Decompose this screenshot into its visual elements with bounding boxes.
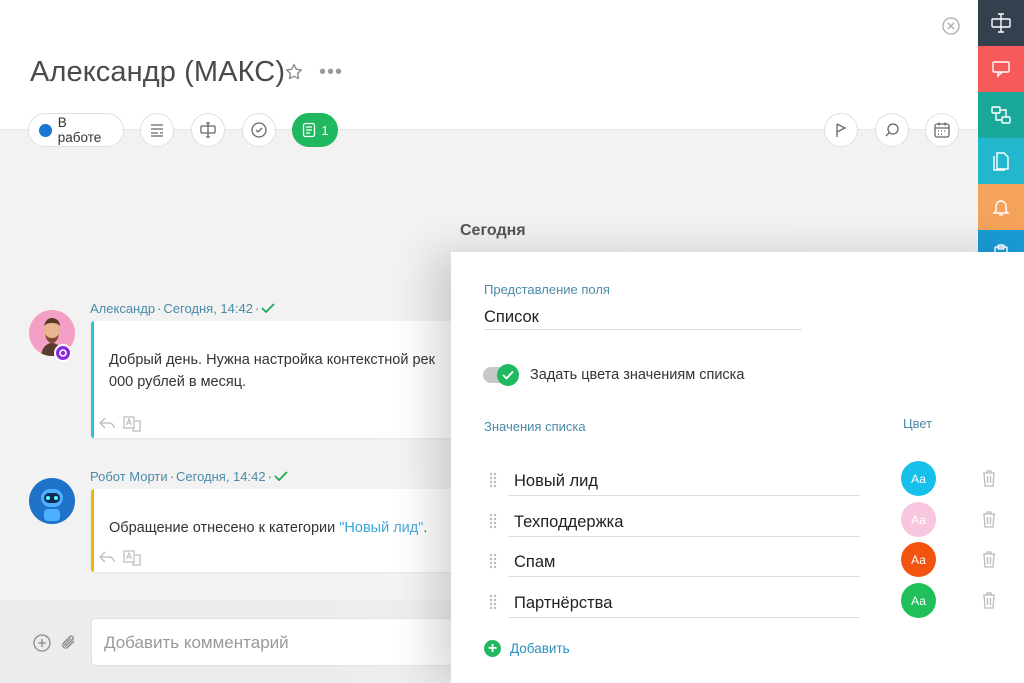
search-icon bbox=[885, 123, 899, 137]
robot-icon bbox=[29, 478, 75, 524]
lines-icon bbox=[151, 124, 163, 137]
status-dot-icon bbox=[39, 123, 52, 137]
avatar-robot[interactable] bbox=[29, 478, 75, 524]
trash-icon[interactable] bbox=[979, 549, 999, 569]
rail-item-notifications[interactable] bbox=[978, 184, 1024, 230]
status-button[interactable]: В работе bbox=[28, 113, 124, 147]
list-item-name[interactable]: Техподдержка bbox=[508, 505, 860, 537]
list-item: Техподдержка Аа bbox=[484, 502, 1004, 545]
page-title: Александр (МАКС) bbox=[30, 56, 286, 88]
rail-item-fields[interactable] bbox=[978, 0, 1024, 46]
comment-input[interactable]: Добавить комментарий bbox=[91, 618, 471, 666]
text-format-button[interactable] bbox=[140, 113, 174, 147]
list-item-name[interactable]: Партнёрства bbox=[508, 586, 860, 618]
note-icon bbox=[303, 122, 316, 138]
star-icon[interactable] bbox=[284, 62, 304, 82]
trash-icon[interactable] bbox=[979, 509, 999, 529]
message-bubble: Обращение отнесено к категории "Новый ли… bbox=[91, 489, 471, 572]
rail-item-comments[interactable] bbox=[978, 46, 1024, 92]
channel-badge-icon bbox=[54, 344, 72, 362]
files-icon bbox=[993, 152, 1009, 171]
rail-item-files[interactable] bbox=[978, 138, 1024, 184]
color-swatch[interactable]: Аа bbox=[901, 461, 936, 496]
message-author[interactable]: Александр bbox=[90, 301, 155, 316]
colors-toggle[interactable] bbox=[483, 364, 521, 386]
search-button[interactable] bbox=[875, 113, 909, 147]
calendar-icon bbox=[934, 122, 950, 138]
drag-handle-icon[interactable] bbox=[488, 553, 498, 569]
color-swatch[interactable]: Аа bbox=[901, 542, 936, 577]
toggle-knob bbox=[497, 364, 519, 386]
add-value-label: Добавить bbox=[510, 641, 570, 656]
close-icon[interactable] bbox=[941, 16, 961, 36]
comment-icon bbox=[992, 61, 1010, 78]
paperclip-icon[interactable] bbox=[59, 632, 79, 654]
message-time: Сегодня, 14:42 bbox=[176, 469, 266, 484]
color-swatch[interactable]: Аа bbox=[901, 583, 936, 618]
flag-button[interactable] bbox=[824, 113, 858, 147]
message-text: Обращение отнесено к категории "Новый ли… bbox=[109, 517, 427, 539]
drag-handle-icon[interactable] bbox=[488, 472, 498, 488]
delivered-check-icon bbox=[261, 303, 275, 314]
add-circle-icon[interactable] bbox=[32, 633, 52, 653]
message-header: Робот Морти · Сегодня, 14:42 · bbox=[90, 469, 288, 484]
comments-button[interactable]: 1 bbox=[292, 113, 338, 147]
add-value-button[interactable]: + Добавить bbox=[484, 640, 570, 657]
list-values-label: Значения списка bbox=[484, 419, 586, 434]
field-settings-panel: Представление поля Список Задать цвета з… bbox=[451, 252, 1024, 683]
relations-icon bbox=[991, 106, 1011, 124]
rail-item-relations[interactable] bbox=[978, 92, 1024, 138]
task-button[interactable] bbox=[242, 113, 276, 147]
list-item: Партнёрства Аа bbox=[484, 583, 1004, 626]
message-header: Александр · Сегодня, 14:42 · bbox=[90, 301, 275, 316]
delivered-check-icon bbox=[274, 471, 288, 482]
colors-toggle-label: Задать цвета значениям списка bbox=[530, 367, 745, 383]
message-text-line: 000 рублей в месяц. bbox=[109, 374, 247, 390]
flag-icon bbox=[836, 123, 847, 137]
color-swatch[interactable]: Аа bbox=[901, 502, 936, 537]
plus-icon: + bbox=[484, 640, 501, 657]
list-item-name[interactable]: Новый лид bbox=[508, 464, 860, 496]
message-author[interactable]: Робот Морти bbox=[90, 469, 168, 484]
calendar-button[interactable] bbox=[925, 113, 959, 147]
message-accent bbox=[91, 489, 94, 572]
trash-icon[interactable] bbox=[979, 468, 999, 488]
list-item-name[interactable]: Спам bbox=[508, 545, 860, 577]
message-actions bbox=[99, 550, 141, 566]
color-column-label: Цвет bbox=[903, 416, 933, 431]
bell-icon bbox=[992, 200, 1010, 216]
trash-icon[interactable] bbox=[979, 590, 999, 610]
message-text-prefix: Обращение отнесено к категории bbox=[109, 520, 340, 536]
reply-icon[interactable] bbox=[99, 416, 115, 430]
message-time: Сегодня, 14:42 bbox=[163, 301, 253, 316]
drag-handle-icon[interactable] bbox=[488, 513, 498, 529]
check-circle-icon bbox=[251, 122, 267, 138]
field-representation-select[interactable]: Список bbox=[484, 308, 802, 330]
check-icon bbox=[502, 370, 514, 380]
comments-count: 1 bbox=[321, 122, 329, 138]
message-accent bbox=[91, 321, 94, 438]
message-bubble: Добрый день. Нужна настройка контекстной… bbox=[91, 321, 471, 438]
header: Александр (МАКС) ••• В работе 1 bbox=[0, 0, 978, 147]
status-label: В работе bbox=[57, 115, 102, 145]
message-text-line: Добрый день. Нужна настройка контекстной… bbox=[109, 352, 435, 368]
more-icon[interactable]: ••• bbox=[319, 62, 343, 82]
list-item: Новый лид Аа bbox=[484, 461, 1004, 504]
field-button[interactable] bbox=[191, 113, 225, 147]
message-text-suffix: . bbox=[423, 520, 428, 536]
list-item: Спам Аа bbox=[484, 542, 1004, 585]
category-link[interactable]: "Новый лид" bbox=[339, 520, 423, 536]
message-text: Добрый день. Нужна настройка контекстной… bbox=[109, 349, 435, 393]
translate-icon[interactable] bbox=[123, 416, 141, 432]
drag-handle-icon[interactable] bbox=[488, 594, 498, 610]
field-icon bbox=[200, 122, 216, 138]
reply-icon[interactable] bbox=[99, 550, 115, 564]
field-representation-label: Представление поля bbox=[484, 282, 610, 297]
field-icon bbox=[991, 13, 1011, 33]
message-actions bbox=[99, 416, 141, 432]
translate-icon[interactable] bbox=[123, 550, 141, 566]
timeline-date: Сегодня bbox=[460, 222, 526, 239]
